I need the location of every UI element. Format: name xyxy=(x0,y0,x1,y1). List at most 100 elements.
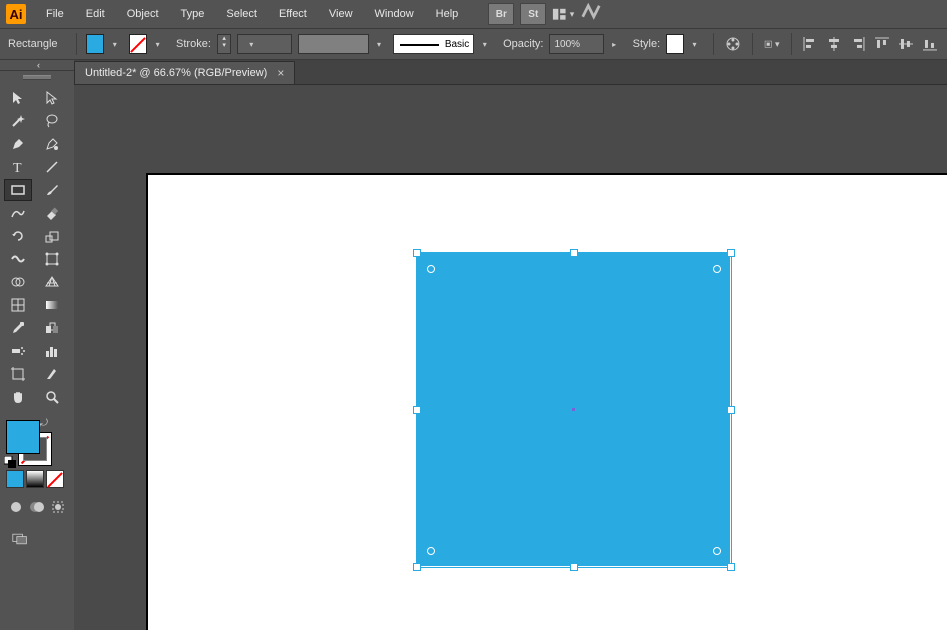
align-bottom-icon[interactable] xyxy=(922,35,938,53)
eraser-tool-icon[interactable] xyxy=(38,202,66,224)
document-tab[interactable]: Untitled-2* @ 66.67% (RGB/Preview) × xyxy=(74,61,295,84)
gradient-tool-icon[interactable] xyxy=(38,294,66,316)
pen-tool-icon[interactable] xyxy=(4,133,32,155)
swap-fill-stroke-icon[interactable]: ⤾ xyxy=(40,418,48,429)
separator xyxy=(791,33,792,55)
shaper-tool-icon[interactable] xyxy=(4,202,32,224)
fill-dropdown-icon[interactable]: ▾ xyxy=(110,35,119,53)
align-top-icon[interactable] xyxy=(874,35,890,53)
gpu-preview-icon[interactable] xyxy=(580,5,602,23)
selection-handle[interactable] xyxy=(727,563,735,571)
corner-widget-icon[interactable] xyxy=(713,547,721,555)
blend-tool-icon[interactable] xyxy=(38,317,66,339)
fill-swatch[interactable] xyxy=(86,34,104,54)
perspective-grid-tool-icon[interactable] xyxy=(38,271,66,293)
rectangle-tool-icon[interactable] xyxy=(4,179,32,201)
corner-widget-icon[interactable] xyxy=(427,547,435,555)
hand-tool-icon[interactable] xyxy=(4,386,32,408)
symbol-sprayer-tool-icon[interactable] xyxy=(4,340,32,362)
draw-behind-icon[interactable] xyxy=(27,496,46,518)
style-label: Style: xyxy=(633,38,661,50)
menu-file[interactable]: File xyxy=(36,4,74,24)
fill-color-swatch[interactable] xyxy=(6,420,40,454)
zoom-tool-icon[interactable] xyxy=(38,386,66,408)
document-tabstrip: Untitled-2* @ 66.67% (RGB/Preview) × xyxy=(74,60,947,85)
lasso-tool-icon[interactable] xyxy=(38,110,66,132)
color-mode-icon[interactable] xyxy=(6,470,24,488)
align-center-v-icon[interactable] xyxy=(898,35,914,53)
separator xyxy=(752,33,753,55)
selection-handle[interactable] xyxy=(727,406,735,414)
variable-width-profile[interactable] xyxy=(298,34,369,54)
panel-grip[interactable] xyxy=(0,71,74,83)
menu-effect[interactable]: Effect xyxy=(269,4,317,24)
align-left-icon[interactable] xyxy=(802,35,818,53)
menu-select[interactable]: Select xyxy=(216,4,267,24)
width-tool-icon[interactable] xyxy=(4,248,32,270)
selection-handle[interactable] xyxy=(413,249,421,257)
selection-handle[interactable] xyxy=(570,563,578,571)
selection-handle[interactable] xyxy=(413,406,421,414)
stock-button[interactable]: St xyxy=(520,3,546,25)
align-to-icon[interactable]: ▾ xyxy=(764,35,780,53)
opacity-dropdown-icon[interactable]: ▸ xyxy=(610,35,619,53)
variable-width-dropdown-icon[interactable]: ▾ xyxy=(375,35,384,53)
default-fill-stroke-icon[interactable] xyxy=(4,456,16,468)
paintbrush-tool-icon[interactable] xyxy=(38,179,66,201)
align-right-icon[interactable] xyxy=(850,35,866,53)
draw-normal-icon[interactable] xyxy=(6,496,25,518)
opacity-label: Opacity: xyxy=(503,38,543,50)
style-dropdown-icon[interactable]: ▾ xyxy=(690,35,699,53)
menu-view[interactable]: View xyxy=(319,4,363,24)
separator xyxy=(713,33,714,55)
selection-tool-icon[interactable] xyxy=(4,87,32,109)
recolor-artwork-icon[interactable] xyxy=(725,35,741,53)
brush-definition[interactable]: Basic xyxy=(393,34,474,54)
stroke-weight-field[interactable]: ▾ xyxy=(237,34,291,54)
scale-tool-icon[interactable] xyxy=(38,225,66,247)
eyedropper-tool-icon[interactable] xyxy=(4,317,32,339)
brush-dropdown-icon[interactable]: ▾ xyxy=(480,35,489,53)
shape-builder-tool-icon[interactable] xyxy=(4,271,32,293)
menu-type[interactable]: Type xyxy=(171,4,215,24)
canvas-viewport[interactable] xyxy=(74,85,947,630)
rotate-tool-icon[interactable] xyxy=(4,225,32,247)
gradient-mode-icon[interactable] xyxy=(26,470,44,488)
artboard-tool-icon[interactable] xyxy=(4,363,32,385)
curvature-tool-icon[interactable] xyxy=(38,133,66,155)
align-center-h-icon[interactable] xyxy=(826,35,842,53)
selection-handle[interactable] xyxy=(727,249,735,257)
fill-stroke-indicator[interactable]: ⤾ xyxy=(6,420,52,466)
slice-tool-icon[interactable] xyxy=(38,363,66,385)
opacity-field[interactable]: 100% xyxy=(549,34,603,54)
menu-edit[interactable]: Edit xyxy=(76,4,115,24)
bridge-button[interactable]: Br xyxy=(488,3,514,25)
stroke-dropdown-icon[interactable]: ▾ xyxy=(153,35,162,53)
line-segment-tool-icon[interactable] xyxy=(38,156,66,178)
menu-window[interactable]: Window xyxy=(365,4,424,24)
free-transform-tool-icon[interactable] xyxy=(38,248,66,270)
graphic-style-swatch[interactable] xyxy=(666,34,684,54)
column-graph-tool-icon[interactable] xyxy=(38,340,66,362)
corner-widget-icon[interactable] xyxy=(427,265,435,273)
arrange-documents-icon[interactable]: ▾ xyxy=(552,5,574,23)
corner-widget-icon[interactable] xyxy=(713,265,721,273)
close-tab-icon[interactable]: × xyxy=(277,66,284,80)
collapse-panel-icon[interactable]: ‹‹ xyxy=(0,60,74,71)
none-mode-icon[interactable] xyxy=(46,470,64,488)
mesh-tool-icon[interactable] xyxy=(4,294,32,316)
screen-mode-icon[interactable] xyxy=(6,528,34,550)
type-tool-icon[interactable]: T xyxy=(4,156,32,178)
draw-inside-icon[interactable] xyxy=(49,496,68,518)
stroke-weight-stepper[interactable]: ▴▾ xyxy=(217,34,231,54)
menu-help[interactable]: Help xyxy=(426,4,469,24)
app-logo-icon[interactable]: Ai xyxy=(6,4,26,24)
selection-handle[interactable] xyxy=(413,563,421,571)
magic-wand-tool-icon[interactable] xyxy=(4,110,32,132)
selection-handle[interactable] xyxy=(570,249,578,257)
stroke-swatch[interactable] xyxy=(129,34,147,54)
selected-tool-label: Rectangle xyxy=(8,38,58,50)
menu-object[interactable]: Object xyxy=(117,4,169,24)
direct-selection-tool-icon[interactable] xyxy=(38,87,66,109)
separator xyxy=(76,33,77,55)
